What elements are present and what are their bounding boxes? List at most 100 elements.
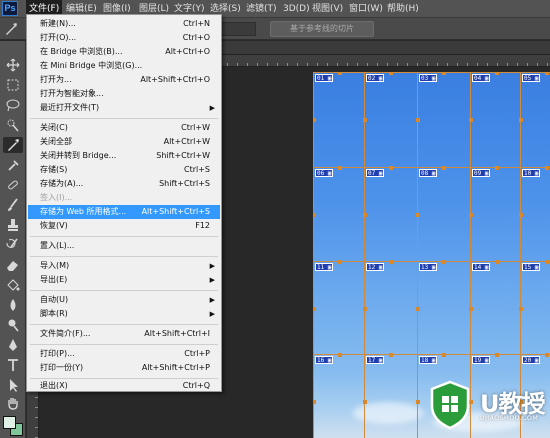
menu-filter[interactable]: 滤镜(T): [243, 0, 280, 18]
menu-item-open-smart-object[interactable]: 打开为智能对象...: [28, 87, 220, 101]
slice-handle[interactable]: [363, 400, 367, 404]
slice-handle[interactable]: [442, 260, 446, 264]
slice-handle[interactable]: [313, 118, 316, 122]
slice-tool-selected-icon[interactable]: [3, 137, 23, 153]
blur-tool-icon[interactable]: [3, 297, 23, 313]
slices-from-guides-button[interactable]: 基于参考线的切片: [270, 21, 374, 37]
slice-handle[interactable]: [495, 353, 499, 357]
slice-handle[interactable]: [416, 307, 420, 311]
menu-item-place[interactable]: 置入(L)...: [28, 239, 220, 253]
slice-number-badge[interactable]: 12 ▣: [366, 263, 385, 271]
menu-item-recent-files[interactable]: 最近打开文件(T) ▶: [28, 101, 220, 115]
slice-number-badge[interactable]: 14 ▣: [472, 263, 491, 271]
brush-tool-icon[interactable]: [3, 197, 23, 213]
slice-number-badge[interactable]: 08 ▣: [419, 169, 438, 177]
menu-item-save-for-web[interactable]: 存储为 Web 所用格式... Alt+Shift+Ctrl+S: [28, 205, 220, 219]
menu-item-exit[interactable]: 退出(X) Ctrl+Q: [28, 379, 220, 393]
paint-bucket-tool-icon[interactable]: [3, 277, 23, 293]
slice-number-badge[interactable]: 04 ▣: [472, 74, 491, 82]
slice-handle[interactable]: [495, 72, 499, 75]
path-selection-tool-icon[interactable]: [3, 377, 23, 393]
slice-handle[interactable]: [313, 213, 316, 217]
foreground-color-swatch[interactable]: [3, 416, 16, 429]
menu-item-print[interactable]: 打印(P)... Ctrl+P: [28, 347, 220, 361]
slice-handle[interactable]: [338, 353, 342, 357]
menu-help[interactable]: 帮助(H): [384, 0, 422, 18]
slice-handle[interactable]: [519, 213, 523, 217]
history-brush-tool-icon[interactable]: [3, 237, 23, 253]
slice-handle[interactable]: [389, 166, 393, 170]
slice-handle[interactable]: [519, 118, 523, 122]
slice-handle[interactable]: [469, 307, 473, 311]
menu-item-automate[interactable]: 自动(U) ▶: [28, 293, 220, 307]
slice-handle[interactable]: [363, 213, 367, 217]
move-tool-icon[interactable]: [3, 57, 23, 73]
slice-number-badge[interactable]: 17 ▣: [366, 356, 385, 364]
slice-number-badge[interactable]: 09 ▣: [472, 169, 491, 177]
slice-handle[interactable]: [338, 72, 342, 75]
slice-handle[interactable]: [469, 213, 473, 217]
slice-handle[interactable]: [416, 118, 420, 122]
slice-handle[interactable]: [545, 353, 549, 357]
slice-number-badge[interactable]: 07 ▣: [366, 169, 385, 177]
slice-handle[interactable]: [313, 307, 316, 311]
slice-number-badge[interactable]: 02 ▣: [366, 74, 385, 82]
type-tool-icon[interactable]: [3, 357, 23, 373]
slice-number-badge[interactable]: 03 ▣: [419, 74, 438, 82]
slice-number-badge[interactable]: 11 ▣: [315, 263, 334, 271]
slice-handle[interactable]: [389, 260, 393, 264]
slice-handle[interactable]: [442, 72, 446, 75]
slice-handle[interactable]: [442, 166, 446, 170]
menu-3d[interactable]: 3D(D): [280, 0, 313, 18]
dodge-tool-icon[interactable]: [3, 317, 23, 333]
slice-handle[interactable]: [469, 118, 473, 122]
hand-tool-icon[interactable]: [3, 395, 23, 411]
menu-item-scripts[interactable]: 脚本(R) ▶: [28, 307, 220, 321]
menu-view[interactable]: 视图(V): [309, 0, 346, 18]
lasso-tool-icon[interactable]: [3, 97, 23, 113]
slice-number-badge[interactable]: 01 ▣: [315, 74, 334, 82]
slice-handle[interactable]: [519, 307, 523, 311]
menu-item-close-all[interactable]: 关闭全部 Alt+Ctrl+W: [28, 135, 220, 149]
slice-handle[interactable]: [495, 260, 499, 264]
eyedropper-tool-icon[interactable]: [3, 157, 23, 173]
slice-number-badge[interactable]: 15 ▣: [522, 263, 541, 271]
slice-handle[interactable]: [389, 353, 393, 357]
slice-number-badge[interactable]: 10 ▣: [522, 169, 541, 177]
slice-handle[interactable]: [442, 353, 446, 357]
menu-window[interactable]: 窗口(W): [346, 0, 386, 18]
slice-handle[interactable]: [545, 72, 549, 75]
quick-selection-tool-icon[interactable]: [3, 117, 23, 133]
eraser-tool-icon[interactable]: [3, 257, 23, 273]
slice-number-badge[interactable]: 18 ▣: [419, 356, 438, 364]
slice-handle[interactable]: [495, 166, 499, 170]
slice-handle[interactable]: [338, 260, 342, 264]
slice-handle[interactable]: [363, 307, 367, 311]
menu-item-browse-mini-bridge[interactable]: 在 Mini Bridge 中浏览(G)...: [28, 59, 220, 73]
slice-handle[interactable]: [338, 166, 342, 170]
slice-number-badge[interactable]: 05 ▣: [522, 74, 541, 82]
menu-item-import[interactable]: 导入(M) ▶: [28, 259, 220, 273]
menu-item-open-as[interactable]: 打开为... Alt+Shift+Ctrl+O: [28, 73, 220, 87]
menu-item-new[interactable]: 新建(N)... Ctrl+N: [28, 17, 220, 31]
menu-item-close-go-bridge[interactable]: 关闭并转到 Bridge... Shift+Ctrl+W: [28, 149, 220, 163]
menu-item-browse-bridge[interactable]: 在 Bridge 中浏览(B)... Alt+Ctrl+O: [28, 45, 220, 59]
slice-handle[interactable]: [363, 118, 367, 122]
slice-handle[interactable]: [313, 400, 316, 404]
slice-number-badge[interactable]: 06 ▣: [315, 169, 334, 177]
menu-item-close[interactable]: 关闭(C) Ctrl+W: [28, 121, 220, 135]
healing-brush-tool-icon[interactable]: [3, 177, 23, 193]
slice-tool-icon[interactable]: [4, 22, 18, 36]
slice-handle[interactable]: [545, 260, 549, 264]
menu-item-save-as[interactable]: 存储为(A)... Shift+Ctrl+S: [28, 177, 220, 191]
slice-handle[interactable]: [389, 72, 393, 75]
menu-item-revert[interactable]: 恢复(V) F12: [28, 219, 220, 233]
slice-number-badge[interactable]: 13 ▣: [419, 263, 438, 271]
marquee-tool-icon[interactable]: [3, 77, 23, 93]
clone-stamp-tool-icon[interactable]: [3, 217, 23, 233]
menu-item-open[interactable]: 打开(O)... Ctrl+O: [28, 31, 220, 45]
pen-tool-icon[interactable]: [3, 337, 23, 353]
slice-number-badge[interactable]: 19 ▣: [472, 356, 491, 364]
slice-handle[interactable]: [545, 166, 549, 170]
slice-number-badge[interactable]: 20 ▣: [522, 356, 541, 364]
